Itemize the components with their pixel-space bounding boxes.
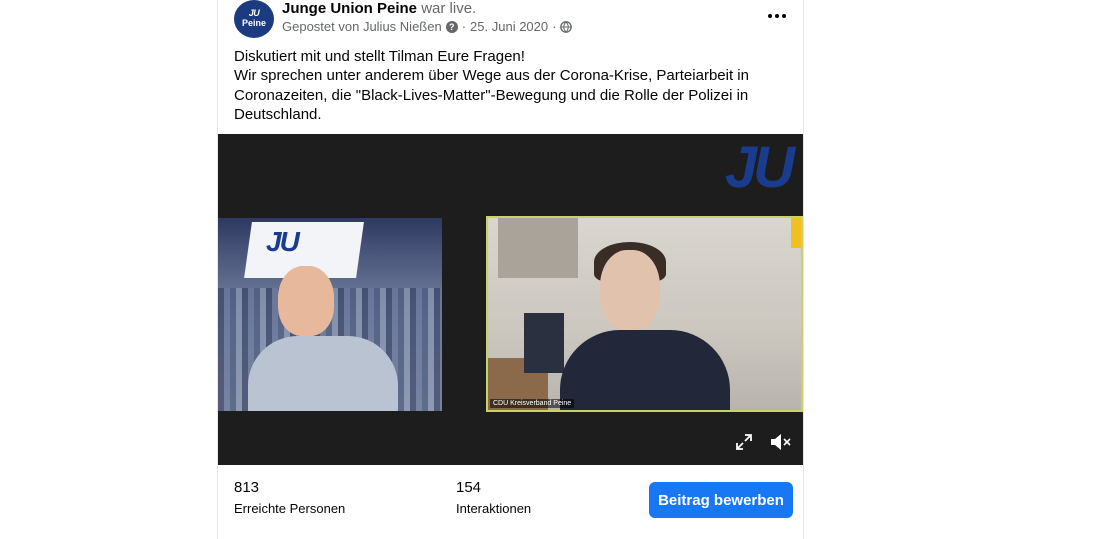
dot-icon bbox=[775, 14, 779, 18]
live-status: war live. bbox=[421, 0, 477, 17]
post-message: Diskutiert mit und stellt Tilman Eure Fr… bbox=[234, 47, 789, 124]
wall-flag bbox=[791, 218, 801, 248]
page-avatar[interactable]: JU Peine bbox=[234, 0, 274, 38]
posted-by[interactable]: Gepostet von Julius Nießen bbox=[282, 19, 442, 34]
participant-label: CDU Kreisverband Peine bbox=[490, 399, 575, 408]
fullscreen-icon[interactable] bbox=[736, 434, 752, 450]
post-line: Deutschland. bbox=[234, 105, 322, 123]
dot-icon bbox=[782, 14, 786, 18]
post-meta: Gepostet von Julius Nießen ? · 25. Juni … bbox=[282, 19, 573, 34]
interactions-stat: 154 Interaktionen bbox=[456, 478, 531, 518]
globe-icon bbox=[560, 20, 573, 33]
video-tile-host: CDU Kreisverband Peine bbox=[486, 216, 803, 412]
dot-icon bbox=[768, 14, 772, 18]
avatar-logo-text: JU bbox=[248, 8, 260, 18]
video-tile-guest: JU bbox=[218, 218, 442, 411]
interactions-label: Interaktionen bbox=[456, 501, 532, 516]
facebook-post: JU Peine Junge Union Peine war live. Gep… bbox=[218, 0, 803, 539]
banner-text: JU bbox=[266, 226, 300, 257]
meta-separator: · bbox=[552, 19, 557, 34]
more-options-button[interactable] bbox=[763, 6, 791, 26]
shelf-background bbox=[498, 218, 578, 278]
reach-label: Erreichte Personen bbox=[234, 501, 346, 516]
post-header: Junge Union Peine war live. bbox=[282, 0, 476, 18]
promote-post-button[interactable]: Beitrag bewerben bbox=[649, 482, 793, 518]
volume-muted-icon[interactable] bbox=[770, 432, 792, 452]
avatar-name-text: Peine bbox=[241, 18, 266, 28]
speaker-body bbox=[560, 330, 730, 410]
ju-logo: JU bbox=[724, 135, 795, 200]
binder bbox=[524, 313, 564, 373]
video-player[interactable]: JU JU CDU Kreisverband Peine bbox=[218, 134, 803, 465]
reach-stat: 813 Erreichte Personen bbox=[234, 478, 345, 518]
post-line: Coronazeiten, die "Black-Lives-Matter"-B… bbox=[234, 86, 749, 104]
meta-separator: · bbox=[461, 19, 467, 34]
speaker-face bbox=[278, 266, 334, 336]
card-border-right bbox=[803, 0, 804, 539]
speaker-body bbox=[248, 336, 398, 411]
interactions-count: 154 bbox=[456, 479, 482, 496]
post-date[interactable]: 25. Juni 2020 bbox=[470, 19, 548, 34]
question-icon[interactable]: ? bbox=[445, 20, 458, 33]
speaker-face bbox=[600, 250, 660, 330]
page-name-link[interactable]: Junge Union Peine bbox=[282, 0, 417, 17]
post-line: Diskutiert mit und stellt Tilman Eure Fr… bbox=[234, 48, 525, 65]
reach-count: 813 bbox=[234, 479, 260, 496]
post-line: Wir sprechen unter anderem über Wege aus… bbox=[234, 67, 749, 85]
